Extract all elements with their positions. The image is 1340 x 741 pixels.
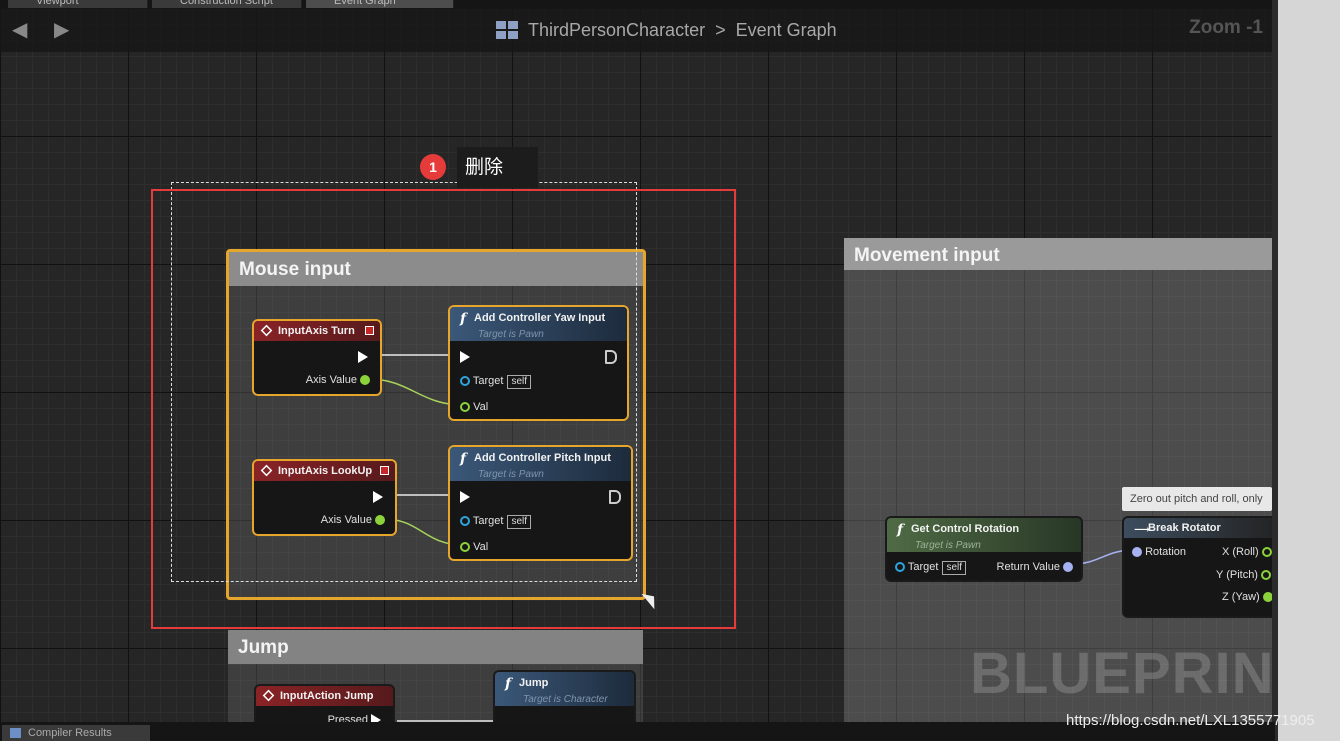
- window-right-margin: [1272, 0, 1340, 741]
- node-jump[interactable]: f Jump Target is Character: [493, 670, 636, 722]
- pin-label: Return Value: [996, 561, 1060, 573]
- pin-label: Y (Pitch): [1216, 569, 1258, 581]
- break-struct-icon: ⟶: [1134, 523, 1150, 536]
- object-pin-icon: [895, 562, 905, 573]
- tab-construction-script[interactable]: Construction Script: [152, 0, 302, 8]
- node-title: Jump: [519, 677, 549, 689]
- self-default: self: [942, 561, 966, 575]
- editor-tab-strip: Viewport Construction Script Event Graph: [0, 0, 1275, 8]
- event-icon: [262, 689, 275, 702]
- annotation-highlight-box: [151, 189, 736, 629]
- annotation-callout: 删除: [457, 147, 538, 188]
- exec-arrow-icon: [371, 714, 381, 722]
- float-pin-icon: [1261, 570, 1272, 581]
- tab-compiler-results[interactable]: Compiler Results: [2, 725, 150, 741]
- rotation-pin[interactable]: Rotation: [1132, 544, 1186, 560]
- annotation-step-badge: 1: [420, 154, 446, 180]
- pin-label: Z (Yaw): [1222, 591, 1260, 603]
- target-pin[interactable]: Target self: [895, 559, 966, 575]
- pin-label: Rotation: [1145, 546, 1187, 558]
- node-title: Break Rotator: [1148, 522, 1221, 534]
- node-subtitle: Target is Character: [523, 694, 608, 705]
- blueprint-watermark: BLUEPRINT: [970, 641, 1275, 706]
- site-watermark: https://blog.csdn.net/LXL1355771905: [1066, 712, 1315, 729]
- tab-viewport[interactable]: Viewport: [8, 0, 148, 8]
- y-pitch-pin[interactable]: Y (Pitch): [1216, 567, 1272, 583]
- rotator-pin-icon: [1063, 562, 1073, 573]
- node-subtitle: Target is Pawn: [915, 540, 981, 551]
- rotator-pin-icon: [1132, 547, 1142, 558]
- x-roll-pin[interactable]: X (Roll): [1222, 544, 1272, 560]
- z-yaw-pin[interactable]: Z (Yaw): [1222, 589, 1273, 605]
- node-inputaction-jump[interactable]: InputAction Jump Pressed: [254, 684, 395, 722]
- compiler-results-icon: [10, 728, 21, 738]
- node-title: InputAction Jump: [280, 690, 374, 702]
- pressed-pin[interactable]: Pressed: [328, 712, 381, 722]
- pin-label: X (Roll): [1222, 546, 1259, 558]
- pin-label: Target: [907, 561, 939, 573]
- node-title: Get Control Rotation: [911, 523, 1020, 535]
- pin-label: Pressed: [327, 714, 368, 722]
- function-icon: f: [897, 522, 904, 538]
- comment-bubble: Zero out pitch and roll, only: [1122, 487, 1272, 511]
- tab-label: Compiler Results: [28, 727, 112, 739]
- return-value-pin[interactable]: Return Value: [997, 559, 1073, 575]
- function-icon: f: [505, 676, 512, 692]
- node-get-control-rotation[interactable]: f Get Control Rotation Target is Pawn Targ…: [885, 516, 1083, 582]
- node-break-rotator[interactable]: ⟶ Break Rotator Rotation X (Roll) Y (Pitc…: [1122, 516, 1275, 618]
- tab-event-graph[interactable]: Event Graph: [306, 0, 454, 8]
- float-pin-icon: [1261, 547, 1272, 558]
